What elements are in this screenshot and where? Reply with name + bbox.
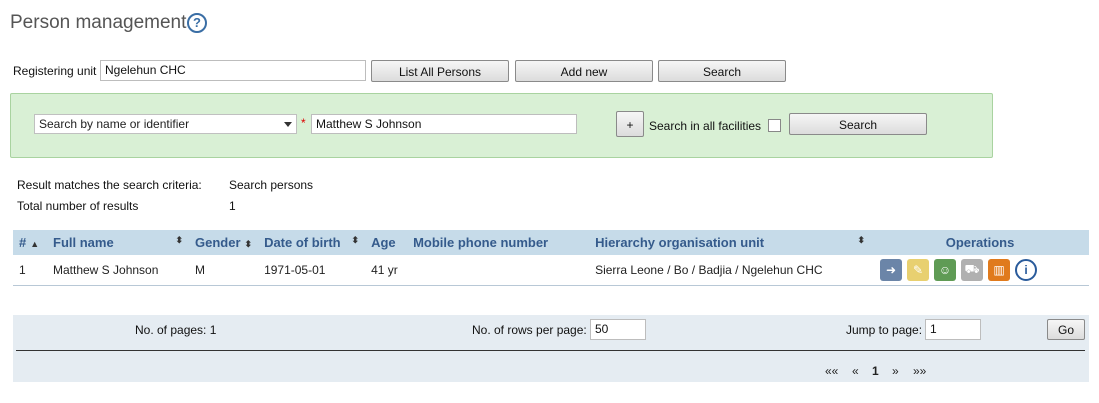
sort-icon: ⬍ xyxy=(244,239,253,249)
search-text-input[interactable]: Matthew S Johnson xyxy=(311,114,577,134)
enroll-icon[interactable]: ➜ xyxy=(880,259,903,281)
add-criteria-button[interactable]: + xyxy=(616,111,644,137)
col-mobile: Mobile phone number xyxy=(407,230,590,255)
cell-dob: 1971-05-01 xyxy=(258,255,366,286)
rows-per-page-input[interactable]: 50 xyxy=(590,319,646,340)
registering-unit-input[interactable]: Ngelehun CHC xyxy=(100,60,366,81)
search-all-facilities-label: Search in all facilities xyxy=(649,119,762,133)
criteria-label: Result matches the search criteria: xyxy=(17,178,202,192)
cell-org-unit: Sierra Leone / Bo / Badjia / Ngelehun CH… xyxy=(589,255,872,286)
sort-icon: ⬍ xyxy=(351,235,360,245)
add-new-button[interactable]: Add new xyxy=(515,60,653,82)
sort-asc-icon: ▲ xyxy=(30,239,40,249)
edit-icon[interactable]: ✎ xyxy=(907,259,930,281)
col-org-unit[interactable]: Hierarchy organisation unit ⬍ xyxy=(589,230,872,255)
jump-to-page-input[interactable]: 1 xyxy=(925,319,981,340)
last-page-link[interactable]: »» xyxy=(913,364,926,378)
cell-mobile xyxy=(407,255,590,286)
relationship-icon[interactable]: ☺ xyxy=(934,259,957,281)
total-results-value: 1 xyxy=(229,199,236,213)
panel-search-button[interactable]: Search xyxy=(789,113,927,135)
cell-gender: M xyxy=(189,255,259,286)
total-results-label: Total number of results xyxy=(17,199,139,213)
search-button[interactable]: Search xyxy=(658,60,786,82)
criteria-value: Search persons xyxy=(229,178,314,192)
go-button[interactable]: Go xyxy=(1047,319,1085,340)
page-title: Person management xyxy=(10,12,187,33)
jump-to-page-label: Jump to page: xyxy=(846,323,923,337)
search-by-select[interactable]: Search by name or identifier xyxy=(34,114,297,134)
col-gender[interactable]: Gender ⬍ xyxy=(189,230,259,255)
required-mark: * xyxy=(301,116,306,130)
list-all-persons-button[interactable]: List All Persons xyxy=(371,60,509,82)
col-age: Age xyxy=(365,230,408,255)
pager-divider xyxy=(16,350,1085,351)
cell-full-name: Matthew S Johnson xyxy=(47,255,189,286)
col-operations: Operations xyxy=(871,230,1089,255)
registering-unit-label: Registering unit xyxy=(13,64,97,78)
results-table: # ▲ Full name ⬍ Gender ⬍ Date of birth ⬍ Age… xyxy=(13,230,1089,286)
help-icon[interactable]: ? xyxy=(187,13,207,33)
current-page: 1 xyxy=(872,364,879,378)
col-dob[interactable]: Date of birth ⬍ xyxy=(258,230,366,255)
next-page-link[interactable]: » xyxy=(892,364,899,378)
pages-count: No. of pages: 1 xyxy=(135,323,217,337)
sort-icon: ⬍ xyxy=(175,235,183,245)
pager: No. of pages: 1 No. of rows per page: 50… xyxy=(13,315,1089,382)
cell-operations: ➜ ✎ ☺ ⛟ ▥ i xyxy=(871,255,1089,286)
delete-icon[interactable]: ▥ xyxy=(988,259,1011,281)
sort-icon: ⬍ xyxy=(857,235,866,245)
col-full-name[interactable]: Full name ⬍ xyxy=(47,230,189,255)
search-by-selected-value: Search by name or identifier xyxy=(39,117,190,131)
transfer-icon[interactable]: ⛟ xyxy=(961,259,984,281)
rows-per-page-label: No. of rows per page: xyxy=(472,323,587,337)
search-all-facilities-checkbox[interactable] xyxy=(768,119,781,132)
first-page-link[interactable]: «« xyxy=(825,364,838,378)
prev-page-link[interactable]: « xyxy=(852,364,859,378)
chevron-down-icon xyxy=(284,122,292,127)
col-index[interactable]: # ▲ xyxy=(13,230,47,255)
table-row: 1 Matthew S Johnson M 1971-05-01 41 yr S… xyxy=(13,255,1089,286)
cell-index: 1 xyxy=(13,255,47,286)
cell-age: 41 yr xyxy=(365,255,408,286)
info-icon[interactable]: i xyxy=(1015,259,1038,281)
